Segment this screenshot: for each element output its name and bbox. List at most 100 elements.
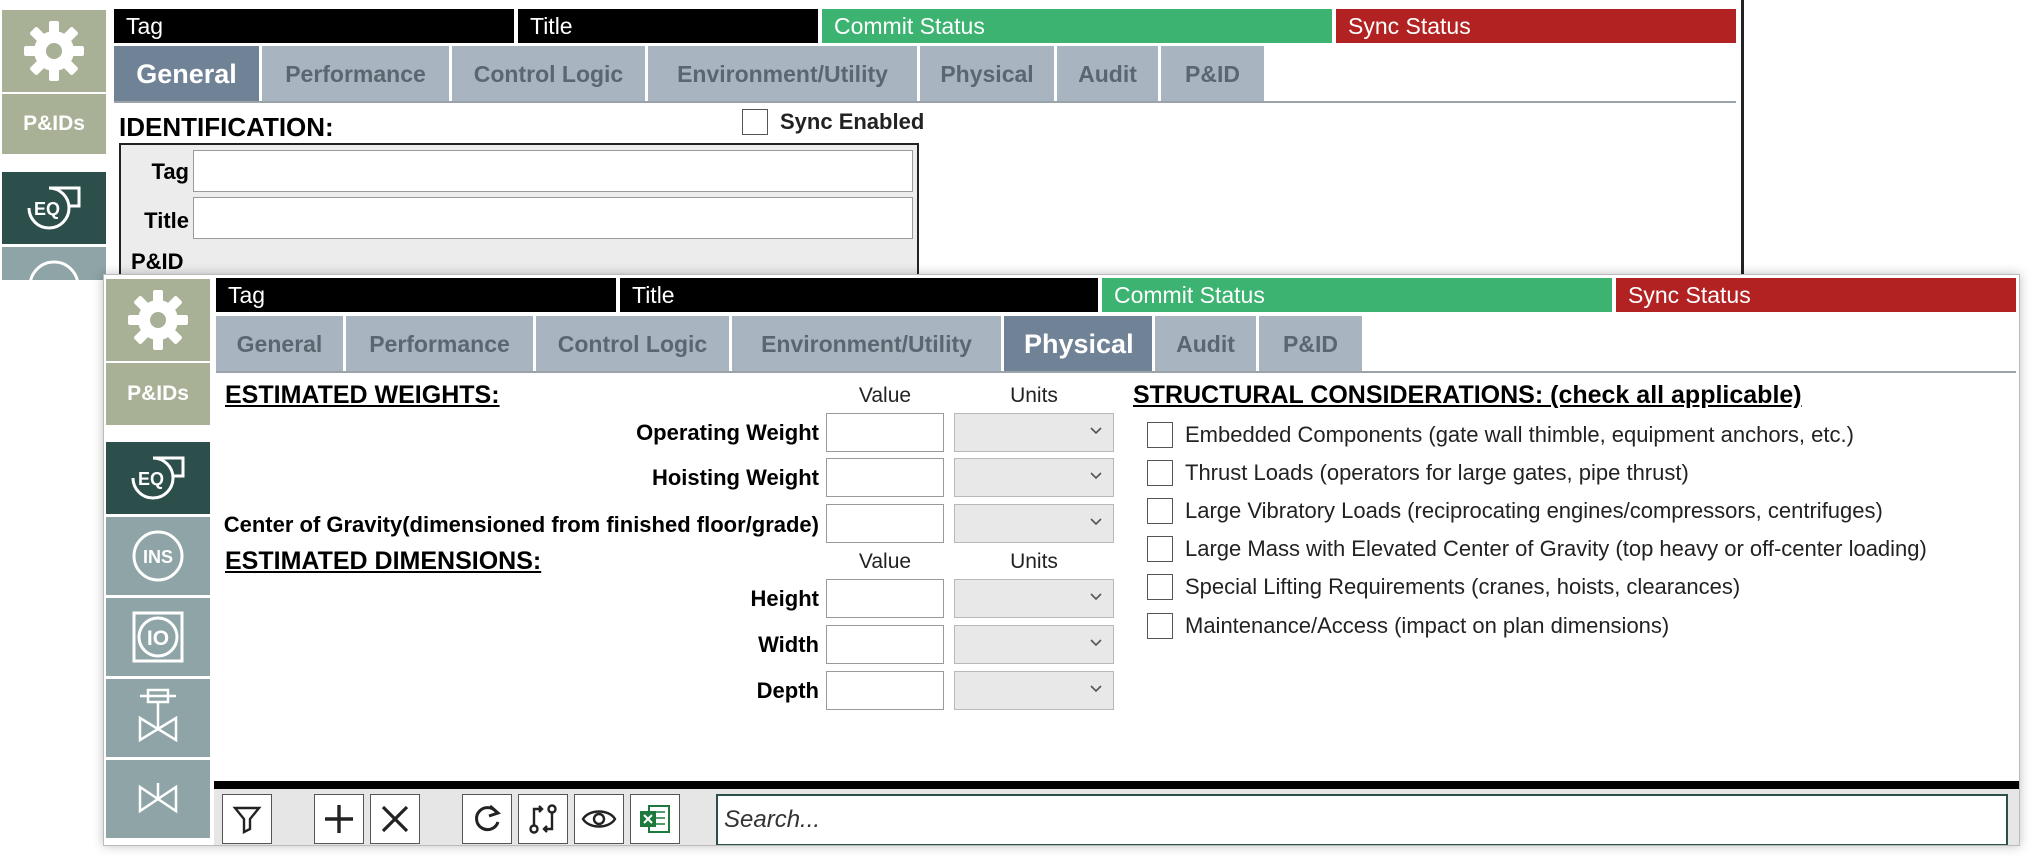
- front-tab-audit[interactable]: Audit: [1155, 316, 1256, 372]
- front-sidebar-item-valve[interactable]: [106, 760, 210, 838]
- search-input[interactable]: Search...: [716, 794, 2008, 845]
- width-value[interactable]: [826, 625, 944, 664]
- large-mass-label: Large Mass with Elevated Center of Gravi…: [1185, 536, 1927, 561]
- maintenance-access-label: Maintenance/Access (impact on plan dimen…: [1185, 613, 1670, 638]
- front-pids-button[interactable]: P&IDs: [106, 363, 210, 425]
- sidebar-item-ins[interactable]: INS: [2, 247, 106, 280]
- sidebar: P&IDs EQ INS IO: [0, 0, 106, 280]
- front-sidebar-item-actuated-valve[interactable]: [106, 679, 210, 757]
- special-lifting-label: Special Lifting Requirements (cranes, ho…: [1185, 574, 1741, 599]
- tab-performance[interactable]: Performance: [262, 46, 449, 102]
- filter-button[interactable]: [222, 794, 272, 844]
- chevron-down-icon: [1090, 639, 1102, 647]
- equipment-icon: EQ: [131, 456, 185, 500]
- pids-button[interactable]: P&IDs: [2, 94, 106, 154]
- maintenance-access-checkbox[interactable]: [1147, 613, 1173, 639]
- tag-label: Tag: [151, 159, 189, 184]
- excel-icon: [640, 805, 670, 833]
- svg-text:IO: IO: [147, 627, 169, 650]
- header-commit-status: Commit Status: [822, 9, 1332, 43]
- front-tab-physical[interactable]: Physical: [1004, 316, 1152, 372]
- operating-weight-units[interactable]: [954, 413, 1114, 452]
- operating-weight-value[interactable]: [826, 413, 944, 452]
- front-pids-label: P&IDs: [127, 382, 189, 405]
- io-icon: IO: [132, 611, 184, 663]
- operating-weight-label: Operating Weight: [636, 420, 819, 445]
- add-button[interactable]: [314, 794, 364, 844]
- actuated-valve-icon: [138, 688, 178, 743]
- center-of-gravity-value[interactable]: [826, 504, 944, 543]
- sync-enabled-checkbox[interactable]: [742, 109, 768, 135]
- front-sidebar-item-io[interactable]: IO: [106, 598, 210, 676]
- vibratory-loads-checkbox[interactable]: [1147, 498, 1173, 524]
- front-tab-control-logic[interactable]: Control Logic: [536, 316, 729, 372]
- dimensions-units-header: Units: [1010, 550, 1058, 573]
- tag-input[interactable]: [193, 150, 913, 192]
- hoisting-weight-value[interactable]: [826, 458, 944, 497]
- tab-control-logic[interactable]: Control Logic: [452, 46, 645, 102]
- center-of-gravity-units[interactable]: [954, 504, 1114, 543]
- front-header-tag: Tag: [216, 278, 616, 312]
- pids-label: P&IDs: [23, 112, 85, 135]
- front-settings-button[interactable]: [106, 279, 210, 361]
- instrument-icon: INS: [29, 260, 79, 280]
- front-sidebar: P&IDs EQ INS IO: [104, 275, 210, 845]
- sync-enabled-label: Sync Enabled: [780, 109, 925, 134]
- special-lifting-checkbox[interactable]: [1147, 574, 1173, 600]
- front-sidebar-item-eq[interactable]: EQ: [106, 442, 210, 514]
- thrust-loads-label: Thrust Loads (operators for large gates,…: [1185, 460, 1689, 485]
- thrust-loads-checkbox[interactable]: [1147, 460, 1173, 486]
- weights-heading: ESTIMATED WEIGHTS:: [225, 381, 500, 409]
- svg-text:EQ: EQ: [34, 199, 60, 219]
- chevron-down-icon: [1090, 472, 1102, 480]
- tab-physical[interactable]: Physical: [920, 46, 1054, 102]
- settings-button[interactable]: [2, 10, 106, 92]
- height-units[interactable]: [954, 579, 1114, 618]
- identification-box: Tag Title P&ID: [119, 143, 919, 280]
- delete-button[interactable]: [370, 794, 420, 844]
- chevron-down-icon: [1090, 685, 1102, 693]
- hoisting-weight-units[interactable]: [954, 458, 1114, 497]
- height-value[interactable]: [826, 579, 944, 618]
- sidebar-item-eq[interactable]: EQ: [2, 172, 106, 244]
- large-mass-checkbox[interactable]: [1147, 536, 1173, 562]
- front-tab-general[interactable]: General: [216, 316, 343, 372]
- width-label: Width: [758, 632, 819, 657]
- identification-heading: IDENTIFICATION:: [119, 112, 334, 142]
- view-button[interactable]: [574, 794, 624, 844]
- height-label: Height: [750, 586, 819, 611]
- title-input[interactable]: [193, 197, 913, 239]
- refresh-button[interactable]: [462, 794, 512, 844]
- svg-text:INS: INS: [39, 277, 69, 280]
- tab-audit[interactable]: Audit: [1057, 46, 1158, 102]
- depth-value[interactable]: [826, 671, 944, 710]
- embedded-components-checkbox[interactable]: [1147, 422, 1173, 448]
- export-excel-button[interactable]: [630, 794, 680, 844]
- front-tab-environment-utility[interactable]: Environment/Utility: [732, 316, 1001, 372]
- depth-units[interactable]: [954, 671, 1114, 710]
- back-window: P&IDs EQ INS IO: [0, 0, 1744, 280]
- embedded-components-label: Embedded Components (gate wall thimble, …: [1185, 422, 1854, 447]
- tab-general[interactable]: General: [114, 46, 259, 102]
- gear-icon: [24, 21, 84, 81]
- plus-icon: [325, 805, 353, 833]
- compare-button[interactable]: [518, 794, 568, 844]
- width-units[interactable]: [954, 625, 1114, 664]
- front-tab-bar: General Performance Control Logic Enviro…: [216, 316, 1365, 372]
- pid-label: P&ID: [131, 249, 184, 274]
- hoisting-weight-label: Hoisting Weight: [651, 465, 819, 490]
- weights-units-header: Units: [1010, 384, 1058, 407]
- weights-value-header: Value: [858, 384, 912, 407]
- chevron-down-icon: [1090, 518, 1102, 526]
- front-tab-underline: [216, 371, 2016, 373]
- filter-icon: [232, 806, 262, 834]
- front-header-title: Title: [620, 278, 1098, 312]
- header-sync-status: Sync Status: [1336, 9, 1736, 43]
- git-compare-icon: [529, 804, 557, 834]
- tab-environment-utility[interactable]: Environment/Utility: [648, 46, 917, 102]
- gear-icon: [128, 290, 188, 350]
- tab-pid[interactable]: P&ID: [1161, 46, 1264, 102]
- front-tab-pid[interactable]: P&ID: [1259, 316, 1362, 372]
- front-tab-performance[interactable]: Performance: [346, 316, 533, 372]
- front-header-sync-status: Sync Status: [1616, 278, 2016, 312]
